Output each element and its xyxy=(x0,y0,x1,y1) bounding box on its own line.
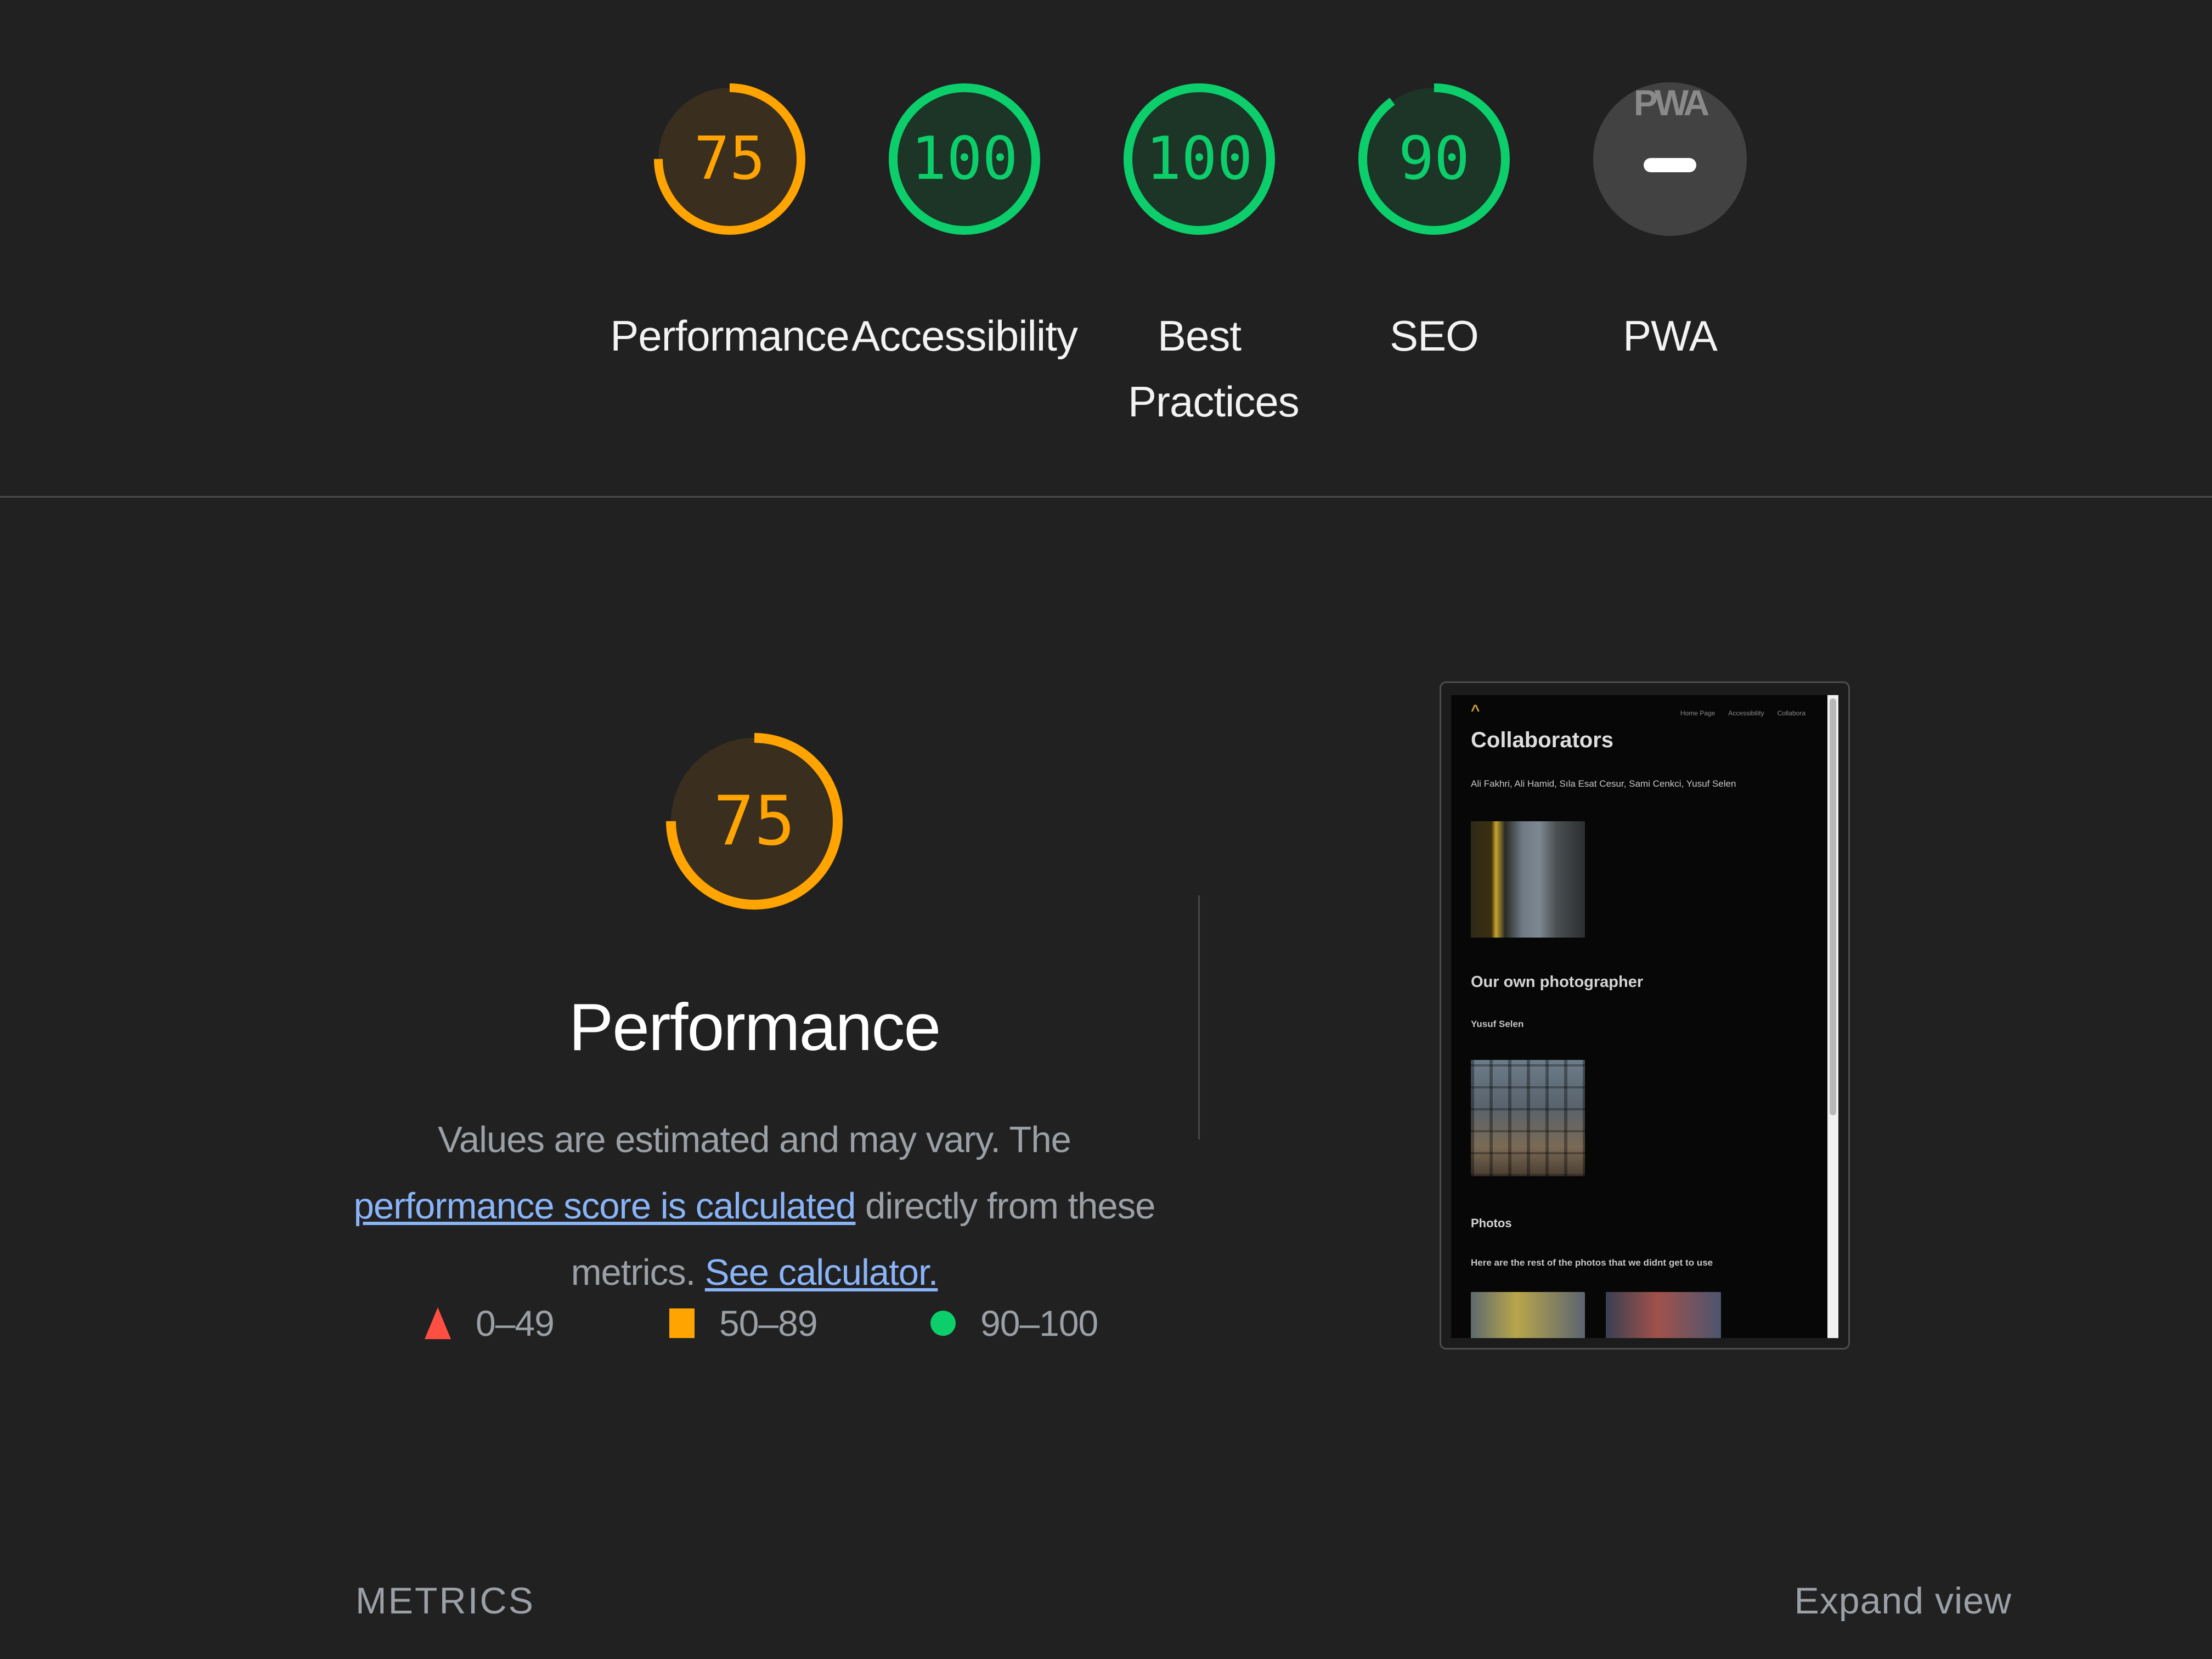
legend-range-average: 50–89 xyxy=(719,1303,818,1344)
gauge-best-practices-ring: 100 xyxy=(1124,83,1275,235)
gauge-accessibility-ring: 100 xyxy=(889,83,1040,235)
performance-gauge: 75 xyxy=(666,733,843,910)
performance-section: 75 Performance Values are estimated and … xyxy=(0,498,2212,1659)
circle-icon xyxy=(930,1311,956,1336)
screenshot-names: Ali Fakhri, Ali Hamid, Sıla Esat Cesur, … xyxy=(1471,778,1736,789)
screenshot-section-desc: Here are the rest of the photos that we … xyxy=(1471,1257,1713,1268)
gauge-performance-score: 75 xyxy=(694,125,765,193)
legend-item-average: 50–89 xyxy=(669,1296,818,1351)
expand-view-toggle[interactable]: Expand view xyxy=(1794,1579,2012,1622)
score-legend: 0–49 50–89 90–100 xyxy=(0,1296,2212,1351)
screenshot-logo-icon: ^ xyxy=(1471,702,1480,719)
gauge-accessibility-score: 100 xyxy=(911,125,1018,193)
pwa-dash-icon xyxy=(1644,158,1696,172)
screenshot-nav-item: Accessibility xyxy=(1728,709,1764,717)
gauge-pwa[interactable]: PWA PWA xyxy=(1549,49,1791,369)
performance-title: Performance xyxy=(568,990,941,1064)
screenshot-section-title: Photos xyxy=(1471,1216,1512,1230)
performance-desc-prefix: Values are estimated and may vary. The xyxy=(438,1119,1071,1160)
square-icon xyxy=(669,1308,695,1338)
screenshot-photo xyxy=(1606,1292,1721,1338)
gauge-best-practices-score: 100 xyxy=(1146,125,1252,193)
gauge-performance-label: Performance xyxy=(610,312,850,360)
gauge-best-practices[interactable]: 100 Best Practices xyxy=(1079,49,1320,435)
gauge-seo[interactable]: 90 SEO xyxy=(1313,49,1555,369)
gauge-seo-score: 90 xyxy=(1398,125,1470,193)
legend-item-fail: 0–49 xyxy=(425,1296,555,1351)
gauge-seo-ring: 90 xyxy=(1358,83,1510,235)
screenshot-nav: Home Page Accessibility Collabora xyxy=(1680,709,1805,717)
gauge-performance[interactable]: 75 Performance xyxy=(609,49,850,369)
performance-gauge-score: 75 xyxy=(713,782,795,861)
screenshot-viewport: ^ Home Page Accessibility Collabora Coll… xyxy=(1451,695,1838,1338)
triangle-icon xyxy=(425,1307,451,1339)
screenshot-photo xyxy=(1471,821,1585,938)
legend-range-pass: 90–100 xyxy=(980,1303,1098,1344)
metrics-header: METRICS xyxy=(356,1580,535,1622)
gauge-accessibility[interactable]: 100 Accessibility xyxy=(844,49,1085,369)
vertical-divider xyxy=(1198,895,1200,1139)
gauge-pwa-badge: PWA xyxy=(1593,82,1747,236)
screenshot-scroll-thumb xyxy=(1830,698,1836,1115)
pwa-badge-text: PWA xyxy=(1634,82,1709,123)
see-calculator-link[interactable]: See calculator. xyxy=(705,1252,938,1293)
screenshot-photo xyxy=(1471,1060,1585,1176)
screenshot-heading: Collaborators xyxy=(1471,728,1614,752)
category-gauges: 75 Performance 100 Accessibility 100 Bes… xyxy=(0,0,2212,496)
screenshot-section-title: Our own photographer xyxy=(1471,973,1644,991)
screenshot-scrollbar xyxy=(1827,695,1838,1338)
performance-description: Values are estimated and may vary. The p… xyxy=(351,1107,1158,1306)
gauge-accessibility-label: Accessibility xyxy=(851,312,1078,360)
screenshot-section-name: Yusuf Selen xyxy=(1471,1019,1524,1029)
final-screenshot[interactable]: ^ Home Page Accessibility Collabora Coll… xyxy=(1440,681,1850,1350)
screenshot-photo xyxy=(1471,1292,1585,1338)
legend-range-fail: 0–49 xyxy=(476,1303,555,1344)
gauge-performance-ring: 75 xyxy=(654,83,805,235)
gauge-pwa-label: PWA xyxy=(1623,312,1718,360)
legend-item-pass: 90–100 xyxy=(930,1296,1098,1351)
gauge-seo-label: SEO xyxy=(1390,312,1479,360)
screenshot-nav-item: Collabora xyxy=(1777,709,1805,717)
gauge-best-practices-label: Best Practices xyxy=(1128,312,1300,426)
performance-score-link[interactable]: performance score is calculated xyxy=(354,1186,856,1227)
screenshot-nav-item: Home Page xyxy=(1680,709,1716,717)
